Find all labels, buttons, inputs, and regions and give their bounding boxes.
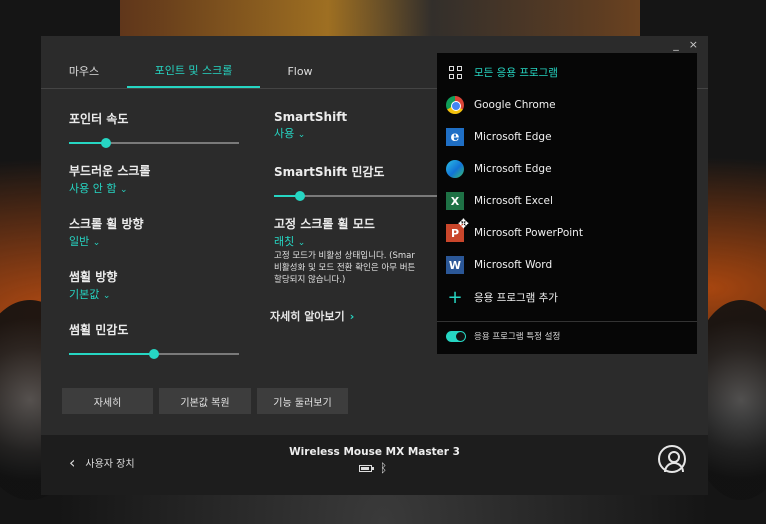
grid-icon <box>446 63 464 81</box>
dropdown-item-app[interactable]: W Microsoft Word <box>437 249 697 281</box>
feature-tour-button[interactable]: 기능 둘러보기 <box>257 388 348 414</box>
window-controls: _ × <box>673 38 698 51</box>
smartshift-dropdown[interactable]: 사용 ⌄ <box>274 125 347 141</box>
thumbwheel-sensitivity-slider[interactable] <box>69 348 239 360</box>
thumbwheel-sensitivity-label: 썸휠 민감도 <box>69 323 129 337</box>
add-application-button[interactable]: + 응용 프로그램 추가 <box>437 281 697 313</box>
fixed-scroll-mode-dropdown[interactable]: 래칫 ⌄ <box>274 233 375 249</box>
scroll-direction-setting: 스크롤 휠 방향 일반 ⌄ <box>69 215 144 249</box>
pointer-speed-label: 포인터 속도 <box>69 112 129 126</box>
slider-thumb[interactable] <box>149 349 159 359</box>
app-specific-label: 응용 프로그램 특정 설정 <box>474 332 561 342</box>
thumbwheel-direction-dropdown[interactable]: 기본값 ⌄ <box>69 286 117 302</box>
smooth-scroll-label: 부드러운 스크롤 <box>69 164 151 178</box>
learn-more-label: 자세히 알아보기 <box>270 310 345 323</box>
word-icon: W <box>446 256 464 274</box>
fixed-scroll-mode-setting: 고정 스크롤 휠 모드 래칫 ⌄ <box>274 215 375 249</box>
scroll-direction-value: 일반 <box>69 235 90 248</box>
chevron-down-icon: ⌄ <box>102 291 111 301</box>
note-line: 할당되지 않습니다.) <box>274 275 346 285</box>
chevron-down-icon: ⌄ <box>297 238 306 248</box>
scroll-direction-label: 스크롤 휠 방향 <box>69 217 144 231</box>
dropdown-item-app[interactable]: Microsoft Edge <box>437 153 697 185</box>
dropdown-item-label: Microsoft Word <box>474 259 553 271</box>
dropdown-item-app[interactable]: Google Chrome <box>437 89 697 121</box>
thumbwheel-sensitivity-setting: 썸휠 민감도 <box>69 321 239 360</box>
close-button[interactable]: × <box>689 38 698 51</box>
dropdown-item-label: Microsoft Edge <box>474 131 552 143</box>
dropdown-item-label: Microsoft Edge <box>474 163 552 175</box>
plus-icon: + <box>447 286 463 308</box>
account-icon[interactable] <box>658 445 686 473</box>
bluetooth-icon: ᛒ <box>380 461 388 475</box>
dropdown-item-all-apps[interactable]: 모든 응용 프로그램 <box>437 56 697 88</box>
dropdown-item-label: 모든 응용 프로그램 <box>474 66 558 79</box>
tab-bar: 마우스 포인트 및 스크롤 Flow <box>41 54 340 90</box>
note-line: 고정 모드가 비활성 상태입니다. (Smar <box>274 251 415 261</box>
move-cursor-icon: ✥ <box>458 217 469 232</box>
app-specific-settings-row: 응용 프로그램 특정 설정 <box>446 330 560 342</box>
dropdown-item-app[interactable]: P Microsoft PowerPoint <box>437 217 697 249</box>
learn-more-link[interactable]: 자세히 알아보기 › <box>270 305 354 324</box>
device-name: Wireless Mouse MX Master 3 <box>289 446 460 458</box>
scroll-direction-dropdown[interactable]: 일반 ⌄ <box>69 233 144 249</box>
chevron-right-icon: › <box>349 310 355 323</box>
fixed-mode-note: 고정 모드가 비활성 상태입니다. (Smar 비활성화 및 모드 전환 확인은… <box>274 250 434 286</box>
restore-defaults-button[interactable]: 기본값 복원 <box>159 388 251 414</box>
details-button[interactable]: 자세히 <box>62 388 153 414</box>
dropdown-item-label: Google Chrome <box>474 99 556 111</box>
fixed-scroll-mode-value: 래칫 <box>274 235 295 248</box>
fixed-scroll-mode-label: 고정 스크롤 휠 모드 <box>274 217 375 231</box>
chevron-down-icon: ⌄ <box>119 185 128 195</box>
dropdown-item-app[interactable]: e Microsoft Edge <box>437 121 697 153</box>
application-dropdown: 모든 응용 프로그램 Google Chrome e Microsoft Edg… <box>437 53 697 354</box>
dropdown-item-app[interactable]: X Microsoft Excel <box>437 185 697 217</box>
slider-thumb[interactable] <box>295 191 305 201</box>
battery-icon <box>359 464 374 472</box>
dropdown-item-label: 응용 프로그램 추가 <box>474 291 558 304</box>
tab-mouse[interactable]: 마우스 <box>41 54 127 88</box>
smartshift-label: SmartShift <box>274 110 348 124</box>
excel-icon: X <box>446 192 464 210</box>
edge-icon <box>446 160 464 178</box>
slider-fill <box>69 353 154 355</box>
tab-flow[interactable]: Flow <box>260 54 340 88</box>
slider-thumb[interactable] <box>101 138 112 148</box>
minimize-button[interactable]: _ <box>673 38 679 51</box>
chevron-down-icon: ⌄ <box>92 238 101 248</box>
tab-point-scroll[interactable]: 포인트 및 스크롤 <box>127 54 260 88</box>
chevron-down-icon: ⌄ <box>297 130 306 140</box>
pointer-speed-slider[interactable] <box>69 137 239 149</box>
dropdown-item-label: Microsoft Excel <box>474 195 553 207</box>
thumbwheel-direction-setting: 썸휠 방향 기본값 ⌄ <box>69 268 117 302</box>
thumbwheel-direction-value: 기본값 <box>69 288 100 301</box>
smooth-scroll-value: 사용 안 함 <box>69 182 117 195</box>
pointer-speed-setting: 포인터 속도 <box>69 110 239 149</box>
app-specific-toggle[interactable] <box>446 330 466 342</box>
footer-bar: ‹ 사용자 장치 Wireless Mouse MX Master 3 ᛒ <box>41 435 708 495</box>
thumbwheel-direction-label: 썸휠 방향 <box>69 270 118 284</box>
background-car-top <box>120 0 640 36</box>
dropdown-item-label: Microsoft PowerPoint <box>474 227 583 239</box>
note-line: 비활성화 및 모드 전환 확인은 아무 버튼 <box>274 263 416 273</box>
chrome-icon <box>446 96 464 114</box>
smartshift-setting: SmartShift 사용 ⌄ <box>274 110 347 141</box>
smooth-scroll-setting: 부드러운 스크롤 사용 안 함 ⌄ <box>69 162 150 196</box>
edge-legacy-icon: e <box>446 128 464 146</box>
smartshift-value: 사용 <box>274 127 295 140</box>
device-status: ᛒ <box>359 461 387 475</box>
dropdown-divider <box>437 321 697 322</box>
smooth-scroll-dropdown[interactable]: 사용 안 함 ⌄ <box>69 180 150 196</box>
